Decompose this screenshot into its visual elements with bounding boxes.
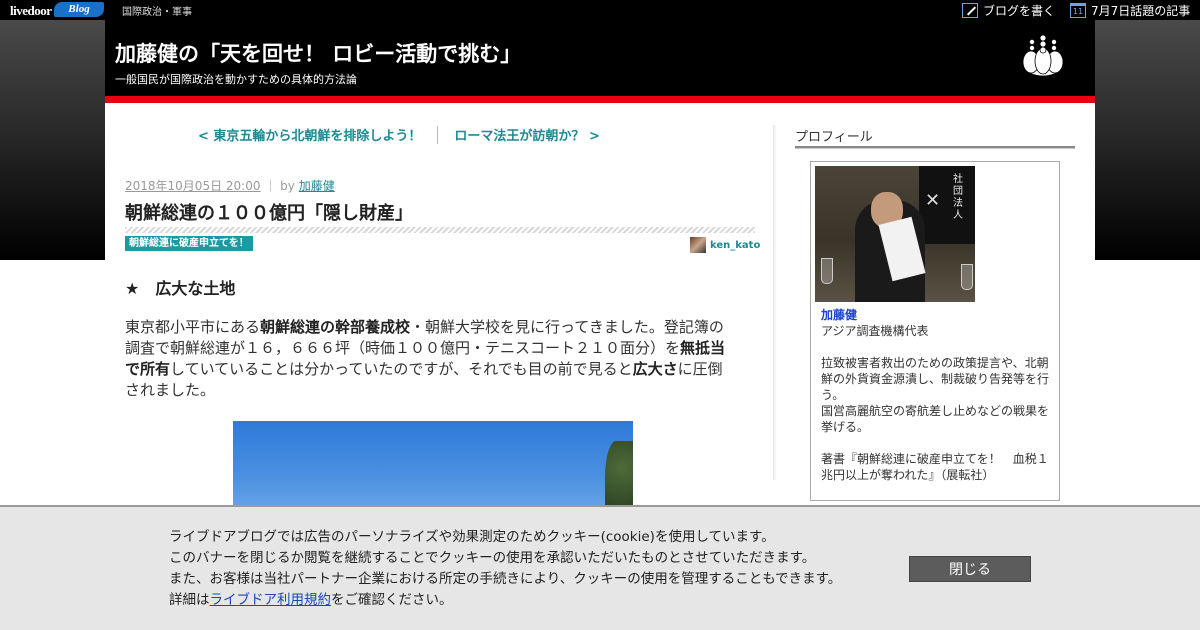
body-bold-3: 広大さ [632, 360, 678, 378]
left-background-panel [0, 20, 105, 260]
cookie-line-4: 詳細はライブドア利用規約をご確認ください。 [169, 590, 841, 611]
profile-name[interactable]: 加藤健 [821, 306, 857, 323]
next-post-link[interactable]: ローマ法王が訪朝か？ > [454, 125, 599, 144]
section-heading: ★ 広大な土地 [125, 279, 236, 298]
profile-box: 社団法人 ✕ 加藤健 アジア調査機構代表 拉致被害者救出のための政策提言や、北朝… [810, 161, 1060, 501]
article-title[interactable]: 朝鮮総連の１００億円「隠し財産」 [125, 199, 413, 225]
right-background-panel [1095, 20, 1200, 260]
top-category-link[interactable]: 国際政治・軍事 [122, 3, 192, 18]
cookie-line-1: ライブドアブログでは広告のパーソナライズや効果測定のためクッキー(cookie)… [169, 529, 775, 545]
profile-description: アジア調査機構代表 拉致被害者救出のための政策提言や、北朝鮮の外貨資金源潰し、制… [821, 324, 1050, 482]
cookie-banner: ライブドアブログでは広告のパーソナライズや効果測定のためクッキー(cookie)… [0, 505, 1200, 630]
author-avatar [690, 237, 706, 253]
photo-glass [821, 258, 833, 284]
nav-separator [437, 125, 439, 144]
profile-photo[interactable]: 社団法人 ✕ [815, 166, 975, 302]
cookie-line-3: また、お客様は当社パートナー企業における所定の手続きにより、クッキーの使用を管理… [169, 571, 842, 587]
column-divider [773, 125, 777, 480]
meta-separator: ｜ by [264, 179, 295, 193]
livedoor-blog-logo[interactable]: livedoor Blog [6, 1, 104, 19]
logo-text: livedoor [10, 3, 52, 18]
cookie-line-4-post: をご確認ください。 [331, 592, 453, 608]
photo-sign-text: 社団法人 [953, 174, 963, 221]
pencil-icon [962, 3, 978, 18]
cookie-line-4-pre: 詳細は [169, 592, 210, 608]
article-meta: 2018年10月05日 20:00 ｜ by 加藤健 [125, 177, 335, 194]
header-accent-bar [105, 96, 1095, 103]
article-date[interactable]: 2018年10月05日 20:00 [125, 179, 260, 193]
article-body: 東京都小平市にある朝鮮総連の幹部養成校・朝鮮大学校を見に行ってきました。登記簿の… [125, 317, 737, 401]
terms-of-use-link[interactable]: ライブドア利用規約 [210, 592, 332, 608]
logo-badge: Blog [54, 2, 104, 17]
title-underline [125, 227, 755, 233]
photo-sign-mark: ✕ [925, 190, 941, 211]
category-tag[interactable]: 朝鮮総連に破産申立てを！ [125, 236, 253, 251]
calendar-icon: 11 [1070, 3, 1086, 18]
article-author-link[interactable]: 加藤健 [299, 179, 335, 193]
blog-header: 加藤健の「天を回せ！ ロビー活動で挑む」 一般国民が国際政治を動かすための具体的… [105, 20, 1095, 96]
body-text-3: していていることは分かっていたのですが、それでも目の前で見ると [170, 360, 633, 378]
post-navigation: < 東京五輪から北朝鮮を排除しよう！ ローマ法王が訪朝か？ > [198, 125, 600, 144]
article-photo[interactable] [233, 421, 633, 511]
body-bold-1: 朝鮮総連の幹部養成校 [260, 318, 411, 336]
profile-heading: プロフィール [795, 130, 873, 145]
topic-articles-link[interactable]: 11 7月7日話題の記事 [1070, 2, 1190, 19]
write-blog-link[interactable]: ブログを書く [962, 2, 1055, 19]
author-badge[interactable]: ken_kato [690, 237, 760, 253]
photo-tree [605, 441, 633, 511]
photo-glass [961, 264, 973, 290]
paulownia-crest-icon [1022, 34, 1064, 77]
cookie-line-2: このバナーを閉じるか閲覧を継続することでクッキーの使用を承認いただいたものとさせ… [169, 550, 816, 566]
body-text-1: 東京都小平市にある [125, 318, 261, 336]
write-blog-label: ブログを書く [983, 4, 1056, 18]
profile-heading-rule [795, 146, 1075, 149]
cookie-close-button[interactable]: 閉じる [909, 556, 1031, 582]
blog-subtitle: 一般国民が国際政治を動かすための具体的方法論 [115, 73, 357, 86]
author-id: ken_kato [710, 239, 761, 251]
top-bar: livedoor Blog 国際政治・軍事 ブログを書く 11 7月7日話題の記… [0, 0, 1200, 20]
cookie-text: ライブドアブログでは広告のパーソナライズや効果測定のためクッキー(cookie)… [169, 527, 841, 611]
blog-title[interactable]: 加藤健の「天を回せ！ ロビー活動で挑む」 [115, 38, 521, 68]
topic-articles-label: 7月7日話題の記事 [1091, 4, 1191, 18]
prev-post-link[interactable]: < 東京五輪から北朝鮮を排除しよう！ [198, 125, 421, 144]
